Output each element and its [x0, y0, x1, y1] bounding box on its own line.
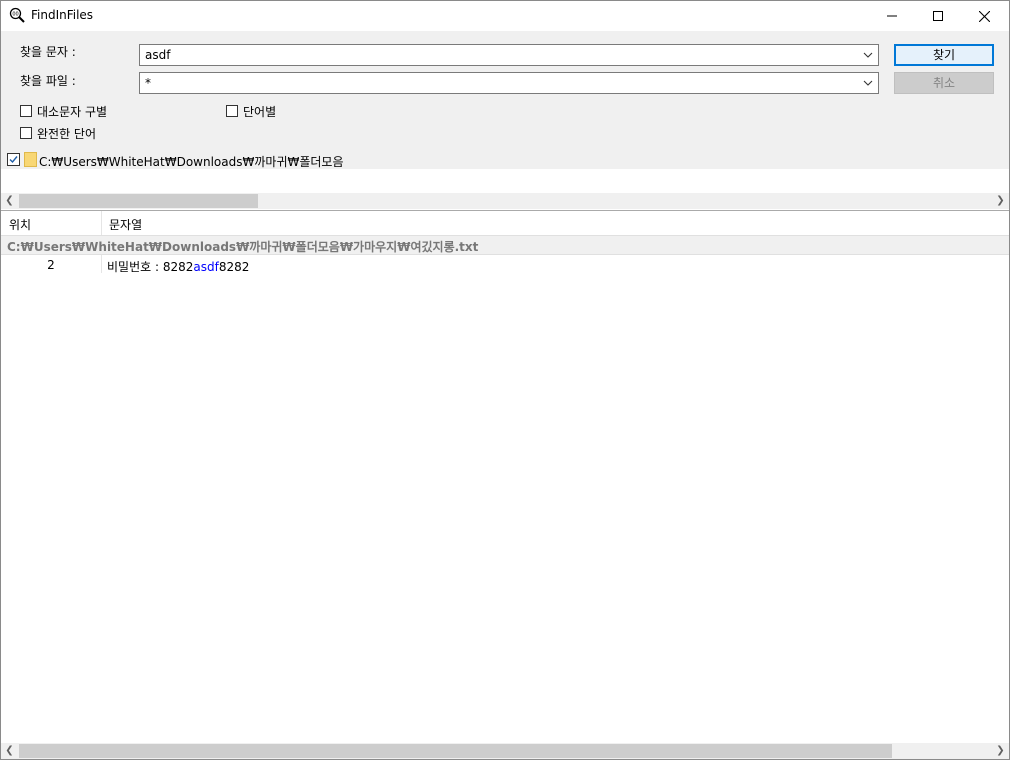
checkmark-icon	[9, 156, 18, 164]
result-suffix: 8282	[218, 260, 250, 274]
tree-horizontal-scrollbar[interactable]: ❮ ❯	[1, 193, 1009, 209]
result-file-group[interactable]: C:₩Users₩WhiteHat₩Downloads₩까마귀₩폴더모음₩가마우…	[1, 235, 1009, 255]
chevron-down-icon[interactable]	[860, 47, 876, 63]
folder-path[interactable]: C:₩Users₩WhiteHat₩Downloads₩까마귀₩폴더모음	[39, 153, 344, 170]
scroll-right-icon[interactable]: ❯	[992, 193, 1009, 209]
folder-checkbox[interactable]	[7, 153, 20, 166]
maximize-icon	[933, 11, 943, 21]
folder-tree: C:₩Users₩WhiteHat₩Downloads₩까마귀₩폴더모음	[1, 151, 1009, 194]
find-file-combo[interactable]: *	[139, 72, 879, 94]
whole-word-label[interactable]: 완전한 단어	[37, 125, 96, 142]
results-horizontal-scrollbar[interactable]: ❮ ❯	[1, 743, 1009, 759]
result-match: asdf	[193, 260, 219, 274]
scroll-left-icon[interactable]: ❮	[1, 743, 18, 759]
by-word-label[interactable]: 단어별	[243, 103, 276, 120]
whole-word-checkbox[interactable]	[20, 127, 32, 139]
find-file-label: 찾을 파일 :	[20, 74, 76, 88]
scroll-left-icon[interactable]: ❮	[1, 193, 18, 209]
column-header-position[interactable]: 위치	[9, 216, 31, 233]
minimize-icon	[887, 15, 897, 17]
find-text-value[interactable]: asdf	[145, 48, 170, 62]
table-row[interactable]: 2 비밀번호 : 8282asdf8282	[1, 255, 1009, 275]
chevron-down-icon[interactable]	[860, 75, 876, 91]
window-title: FindInFiles	[31, 8, 94, 22]
scroll-thumb[interactable]	[19, 194, 258, 208]
result-file-path: C:₩Users₩WhiteHat₩Downloads₩까마귀₩폴더모음₩가마우…	[7, 240, 479, 254]
results-header: 위치 문자열	[1, 210, 1009, 236]
close-button[interactable]	[961, 1, 1007, 31]
folder-icon	[24, 152, 37, 167]
column-divider	[101, 255, 102, 273]
match-case-label[interactable]: 대소문자 구별	[37, 103, 107, 120]
result-prefix: 비밀번호 : 8282	[107, 260, 194, 274]
maximize-button[interactable]	[915, 1, 961, 31]
find-text-combo[interactable]: asdf	[139, 44, 879, 66]
findinfiles-window: 00 FindInFiles 찾을 문자 : asdf 찾기 찾을 파일 : *…	[0, 0, 1010, 760]
find-file-value[interactable]: *	[145, 76, 151, 90]
scroll-thumb[interactable]	[19, 744, 892, 758]
minimize-button[interactable]	[869, 1, 915, 31]
close-icon	[978, 10, 990, 22]
result-line: 비밀번호 : 8282asdf8282	[107, 258, 249, 275]
scroll-right-icon[interactable]: ❯	[992, 743, 1009, 759]
cancel-button[interactable]: 취소	[894, 72, 994, 94]
find-text-label: 찾을 문자 :	[20, 45, 76, 59]
svg-text:00: 00	[12, 12, 18, 18]
column-divider[interactable]	[101, 211, 102, 236]
result-position: 2	[47, 258, 55, 272]
column-header-string[interactable]: 문자열	[109, 216, 142, 233]
search-options-panel: 찾을 문자 : asdf 찾기 찾을 파일 : * 취소 대소문자 구별 단어별…	[1, 31, 1009, 151]
magnifier-app-icon: 00	[9, 7, 25, 23]
find-button[interactable]: 찾기	[894, 44, 994, 66]
tree-item-folder[interactable]: C:₩Users₩WhiteHat₩Downloads₩까마귀₩폴더모음	[1, 151, 1009, 169]
by-word-checkbox[interactable]	[226, 105, 238, 117]
match-case-checkbox[interactable]	[20, 105, 32, 117]
title-bar[interactable]: 00 FindInFiles	[1, 1, 1009, 31]
